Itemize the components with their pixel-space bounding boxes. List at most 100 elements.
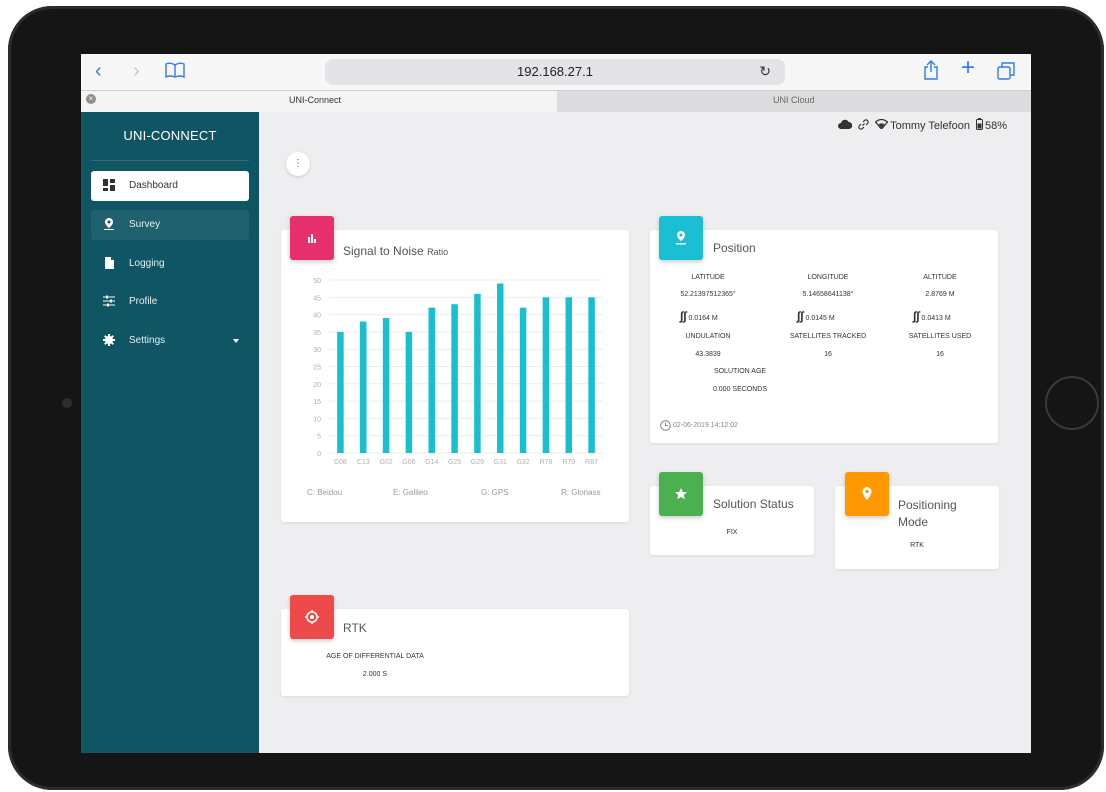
sats-tracked-label: SATELLITES TRACKED: [789, 333, 867, 340]
tab-strip: × UNI-Connect UNI Cloud: [81, 90, 1031, 112]
longitude-value: 5.14658641138°: [802, 291, 854, 298]
undulation-label: UNDULATION: [685, 333, 731, 340]
snr-card: Signal to Noise Ratio 0 5 10 15 20 25 30 35 40 45…: [281, 230, 629, 522]
x-tick-label: C13: [357, 459, 370, 466]
sliders-icon: [103, 295, 115, 307]
home-button[interactable]: [1045, 376, 1099, 430]
tab-uni-connect[interactable]: × UNI-Connect: [81, 91, 557, 112]
more-options-button[interactable]: ⋮: [286, 152, 310, 176]
bar: [382, 318, 390, 453]
bar-chart-icon: [308, 234, 316, 243]
accuracy-icon: ∫∫: [913, 309, 920, 323]
sidebar-item-survey[interactable]: Survey: [91, 210, 249, 240]
tab-uni-cloud[interactable]: UNI Cloud: [557, 91, 1031, 112]
x-tick-label: R78: [539, 459, 552, 466]
y-tick-label: 50: [313, 278, 321, 285]
solution-status-title: Solution Status: [713, 497, 794, 511]
sidebar-item-profile[interactable]: Profile: [91, 287, 249, 317]
sats-used-label: SATELLITES USED: [908, 333, 972, 340]
tabs-icon[interactable]: [997, 62, 1015, 85]
rtk-badge: [290, 595, 334, 639]
rtk-age-label: AGE OF DIFFERENTIAL DATA: [326, 653, 424, 660]
y-tick-label: 15: [313, 399, 321, 406]
y-tick-label: 0: [317, 451, 321, 458]
sidebar-item-label: Survey: [129, 219, 161, 230]
dashboard-icon: [103, 179, 115, 191]
latitude-accuracy: ∫∫ 0.0164 M: [680, 309, 718, 323]
timestamp-text: 02-06-2019 14:12:02: [673, 422, 738, 429]
x-tick-label: C08: [334, 459, 347, 466]
screen: ‹ › 192.168.27.1 ↻ + × UNI-Connect UNI C…: [81, 54, 1031, 753]
altitude-label: ALTITUDE: [923, 274, 957, 281]
latitude-label: LATITUDE: [691, 274, 725, 281]
clock-icon: [660, 420, 671, 431]
x-tick-label: G29: [471, 459, 484, 466]
solution-age-label: SOLUTION AGE: [713, 368, 767, 375]
divider: [91, 160, 249, 161]
brand-title: UNI-CONNECT: [123, 128, 217, 143]
timestamp: 02-06-2019 14:12:02: [660, 420, 738, 431]
bar: [565, 297, 572, 453]
snr-chart: 0 5 10 15 20 25 30 35 40 45 50 C08 C13 G02 G06 G14 G25 G2…: [313, 278, 603, 466]
gear-icon: [103, 334, 115, 346]
y-tick-label: 35: [313, 330, 321, 337]
rtk-title: RTK: [343, 621, 367, 635]
positioning-mode-title-line2: Mode: [898, 515, 929, 529]
file-icon: [103, 257, 115, 269]
bar: [588, 297, 595, 453]
bar: [405, 331, 413, 453]
x-tick-label: G14: [425, 459, 438, 466]
sidebar-item-label: Settings: [129, 335, 166, 346]
address-bar[interactable]: 192.168.27.1 ↻: [325, 59, 785, 85]
browser-toolbar: ‹ › 192.168.27.1 ↻ +: [81, 54, 1031, 90]
positioning-mode-value: RTK: [910, 542, 924, 549]
tab-label: UNI Cloud: [773, 95, 815, 105]
position-card: Position LATITUDE 52.21397512365° ∫∫ 0.0…: [650, 230, 998, 443]
x-tick-label: G32: [516, 459, 529, 466]
solution-status-badge: [659, 472, 703, 516]
y-tick-label: 10: [313, 416, 321, 423]
x-tick-label: G25: [448, 459, 461, 466]
new-tab-icon[interactable]: +: [961, 56, 975, 80]
chevron-down-icon[interactable]: [233, 339, 239, 343]
sidebar-item-logging[interactable]: Logging: [91, 249, 249, 279]
sats-tracked-value: 16: [824, 351, 832, 358]
close-tab-icon[interactable]: ×: [86, 94, 96, 104]
battery-level: 58%: [984, 119, 1007, 132]
bar: [337, 331, 344, 453]
sidebar-item-settings[interactable]: Settings: [91, 326, 249, 356]
forward-icon[interactable]: ›: [133, 60, 140, 82]
bar: [428, 307, 435, 453]
network-name: Tommy Telefoon: [890, 119, 970, 132]
legend-item: G: GPS: [481, 488, 509, 497]
bar: [451, 304, 458, 453]
bar: [497, 283, 504, 453]
rtk-age-value: 2.000 S: [362, 671, 388, 678]
longitude-acc-value: 0.0145 M: [805, 315, 835, 322]
longitude-accuracy: ∫∫ 0.0145 M: [797, 309, 835, 323]
legend-item: R: Glonass: [561, 488, 601, 497]
bookmarks-icon[interactable]: [165, 62, 185, 83]
accuracy-icon: ∫∫: [680, 309, 687, 323]
target-icon: [305, 610, 319, 624]
sidebar-item-label: Dashboard: [129, 180, 178, 191]
y-tick-label: 25: [313, 365, 321, 372]
tab-label: UNI-Connect: [289, 95, 342, 105]
share-icon[interactable]: [923, 60, 939, 85]
sidebar-item-dashboard[interactable]: Dashboard: [91, 171, 249, 201]
back-icon[interactable]: ‹: [95, 60, 102, 82]
x-tick-label: R87: [585, 459, 598, 466]
map-pin-icon: [676, 231, 686, 245]
altitude-accuracy: ∫∫ 0.0413 M: [913, 309, 951, 323]
positioning-mode-title: Positioning Mode: [898, 497, 957, 531]
sidebar: UNI-CONNECT Dashboard Survey Logging Pro…: [81, 112, 259, 753]
reload-icon[interactable]: ↻: [759, 63, 771, 80]
wifi-icon: [874, 118, 889, 132]
sats-used-value: 16: [936, 351, 944, 358]
x-tick-label: R79: [562, 459, 575, 466]
x-tick-label: G02: [379, 459, 392, 466]
bar: [474, 293, 481, 453]
map-pin-icon: [103, 218, 115, 230]
y-tick-label: 30: [313, 347, 321, 354]
accuracy-icon: ∫∫: [797, 309, 804, 323]
